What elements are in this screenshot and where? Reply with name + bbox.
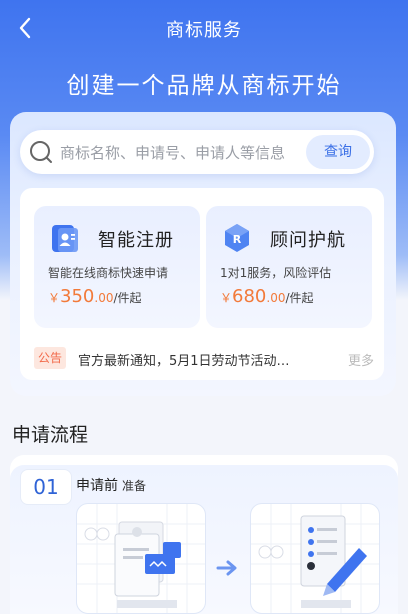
application-illustration — [250, 503, 380, 614]
hero-slogan: 创建一个品牌从商标开始 — [66, 73, 342, 99]
search-bar[interactable]: 商标名称、申请号、申请人等信息 查询 — [20, 130, 374, 174]
section-title-process: 申请流程 — [12, 424, 89, 446]
price-integer: 680 — [232, 286, 267, 307]
price-unit: /件起 — [113, 291, 142, 305]
step-label: 申请前 准备 — [76, 475, 146, 495]
search-icon — [30, 141, 52, 163]
service-desc: 智能在线商标快速申请 — [48, 266, 169, 280]
price-unit: /件起 — [285, 291, 314, 305]
step-label-text: 申请前 — [76, 478, 118, 494]
id-card-icon — [52, 225, 78, 252]
step-number: 01 — [20, 469, 72, 505]
svg-text:R: R — [233, 233, 242, 246]
search-button[interactable]: 查询 — [306, 135, 370, 169]
document-search-icon — [77, 504, 205, 613]
notice-more-link[interactable]: 更多 — [348, 350, 374, 369]
notice-badge: 公告 — [34, 347, 66, 369]
notice-bar[interactable]: 公告 官方最新通知，5月1日劳动节活动… 更多 — [34, 346, 374, 370]
page-title: 商标服务 — [166, 20, 242, 41]
services-card: 智能注册 智能在线商标快速申请 ￥350.00/件起 R 顾问护航 1对1服务，… — [20, 188, 384, 380]
price-integer: 350 — [60, 286, 95, 307]
service-title: 顾问护航 — [270, 230, 346, 251]
price-decimal: .00 — [266, 291, 286, 305]
nav-bar: 商标服务 — [0, 0, 408, 56]
process-card: 01 申请前 准备 — [10, 455, 398, 614]
service-smart-registration[interactable]: 智能注册 智能在线商标快速申请 ￥350.00/件起 — [34, 206, 200, 328]
price-currency: ￥ — [220, 291, 233, 305]
price-decimal: .00 — [94, 291, 114, 305]
service-title: 智能注册 — [98, 230, 174, 251]
checklist-pen-icon — [251, 504, 379, 613]
service-price: ￥350.00/件起 — [48, 286, 142, 307]
service-desc: 1对1服务，风险评估 — [220, 266, 332, 280]
r-hexagon-icon: R — [225, 224, 249, 252]
service-consultant[interactable]: R 顾问护航 1对1服务，风险评估 ￥680.00/件起 — [206, 206, 372, 328]
search-input[interactable]: 商标名称、申请号、申请人等信息 — [60, 142, 320, 163]
notice-text[interactable]: 官方最新通知，5月1日劳动节活动… — [78, 350, 290, 369]
arrow-right-icon — [216, 560, 237, 576]
price-currency: ￥ — [48, 291, 61, 305]
service-price: ￥680.00/件起 — [220, 286, 314, 307]
document-illustration — [76, 503, 206, 614]
step-sublabel: 准备 — [122, 479, 147, 493]
